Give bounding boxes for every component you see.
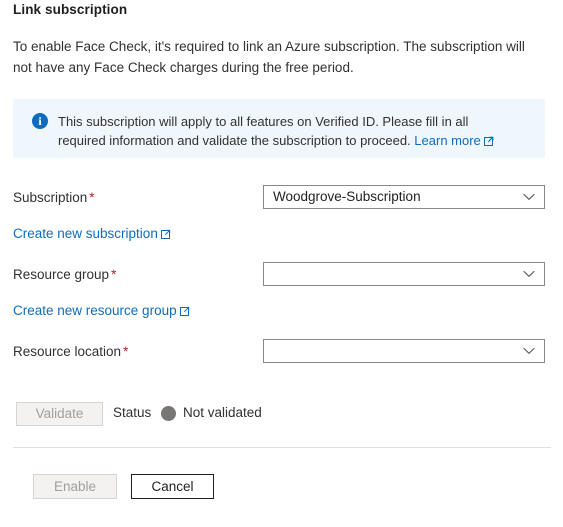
cancel-button[interactable]: Cancel <box>131 474 214 499</box>
create-new-subscription-label: Create new subscription <box>13 226 158 241</box>
learn-more-label: Learn more <box>414 133 481 148</box>
create-new-resource-group-link[interactable]: Create new resource group <box>13 303 190 318</box>
resource-group-dropdown[interactable] <box>263 262 545 286</box>
subscription-label-text: Subscription <box>13 190 88 205</box>
resource-location-required-asterisk: * <box>123 344 129 359</box>
info-circle-icon: i <box>32 113 48 129</box>
subscription-required-asterisk: * <box>89 190 95 205</box>
link-subscription-panel: Link subscription To enable Face Check, … <box>0 0 563 527</box>
subscription-dropdown[interactable]: Woodgrove-Subscription <box>263 185 545 209</box>
chevron-down-icon <box>521 340 537 362</box>
resource-location-dropdown[interactable] <box>263 339 545 363</box>
resource-location-label: Resource location * <box>13 344 128 359</box>
enable-button[interactable]: Enable <box>33 474 117 499</box>
info-banner-message: This subscription will apply to all feat… <box>58 114 469 148</box>
status-label: Status <box>113 405 152 420</box>
resource-group-required-asterisk: * <box>111 267 117 282</box>
resource-group-label-text: Resource group <box>13 267 110 282</box>
chevron-down-icon <box>521 263 537 285</box>
create-new-resource-group-label: Create new resource group <box>13 303 177 318</box>
resource-group-dropdown-value <box>273 263 514 285</box>
info-banner: i This subscription will apply to all fe… <box>13 99 545 158</box>
status-indicator-dot <box>161 406 176 421</box>
page-title: Link subscription <box>13 2 128 17</box>
info-banner-text: This subscription will apply to all feat… <box>58 112 508 150</box>
subscription-label: Subscription * <box>13 190 95 205</box>
learn-more-link[interactable]: Learn more <box>414 133 494 148</box>
subscription-dropdown-value: Woodgrove-Subscription <box>273 189 421 204</box>
status-badge: Not validated <box>183 405 262 420</box>
resource-location-label-text: Resource location <box>13 344 122 359</box>
intro-paragraph: To enable Face Check, it's required to l… <box>13 39 525 75</box>
external-link-icon <box>160 229 171 239</box>
external-link-icon <box>179 306 190 316</box>
footer-divider <box>13 447 551 448</box>
resource-group-label: Resource group * <box>13 267 116 282</box>
resource-location-dropdown-value <box>273 340 514 362</box>
create-new-subscription-link[interactable]: Create new subscription <box>13 226 171 241</box>
validate-button[interactable]: Validate <box>16 402 103 426</box>
external-link-icon <box>483 136 494 146</box>
chevron-down-icon <box>521 186 537 208</box>
